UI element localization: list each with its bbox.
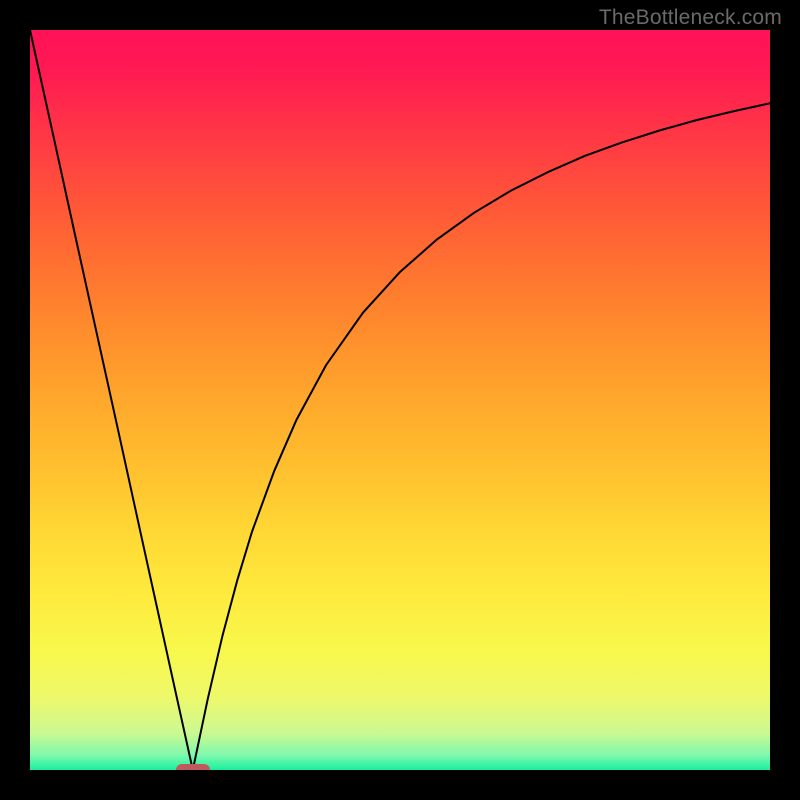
- chart-frame: [0, 0, 800, 800]
- frame-border-right: [770, 0, 800, 800]
- watermark-text: TheBottleneck.com: [599, 6, 782, 30]
- chart-curves: [30, 30, 770, 770]
- frame-border-left: [0, 0, 30, 800]
- frame-border-bottom: [0, 770, 800, 800]
- curve-left-arm: [30, 30, 193, 770]
- curve-right-arm: [193, 103, 770, 770]
